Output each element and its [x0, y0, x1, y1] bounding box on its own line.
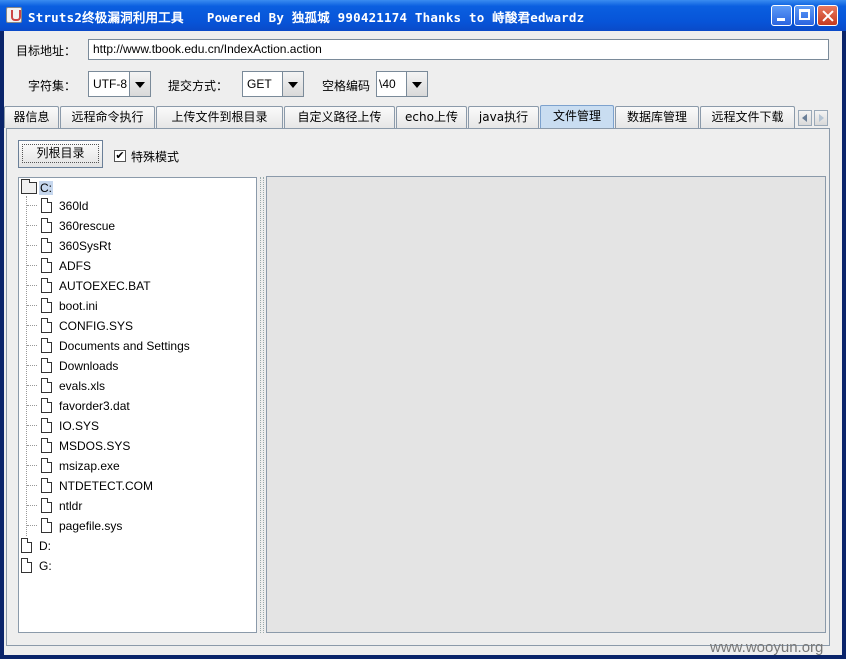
- tree-node-label: ntldr: [59, 499, 83, 513]
- list-root-button[interactable]: 列根目录: [18, 140, 103, 168]
- tab-remote-command[interactable]: 远程命令执行: [60, 106, 155, 128]
- file-icon: [41, 358, 52, 373]
- file-icon: [41, 278, 52, 293]
- client-area: 目标地址： http://www.tbook.edu.cn/IndexActio…: [4, 31, 842, 655]
- folder-open-icon: [21, 179, 37, 194]
- method-label: 提交方式：: [168, 79, 229, 93]
- chevron-down-icon[interactable]: [406, 72, 427, 96]
- tab-scroll-right-icon[interactable]: [814, 110, 828, 126]
- tree-node-label: D:: [39, 539, 51, 553]
- tab-upload-root[interactable]: 上传文件到根目录: [156, 106, 283, 128]
- file-icon: [41, 298, 52, 313]
- split-pane-divider[interactable]: [260, 177, 264, 633]
- tree-node-label: Downloads: [59, 359, 119, 373]
- java-app-icon: [6, 7, 22, 23]
- file-icon: [41, 418, 52, 433]
- file-icon: [41, 258, 52, 273]
- tree-node-label: 360rescue: [59, 219, 116, 233]
- file-icon: [41, 398, 52, 413]
- tab-remote-download[interactable]: 远程文件下载: [700, 106, 795, 128]
- tree-node-label: pagefile.sys: [59, 519, 123, 533]
- tree-node-label: msizap.exe: [59, 459, 120, 473]
- tab-echo-upload[interactable]: echo上传: [396, 106, 467, 128]
- tree-node-label: boot.ini: [59, 299, 98, 313]
- file-icon: [41, 378, 52, 393]
- target-url-input[interactable]: http://www.tbook.edu.cn/IndexAction.acti…: [88, 39, 829, 60]
- file-icon: [41, 238, 52, 253]
- charset-value: UTF-8: [93, 77, 127, 91]
- tree-node-label: CONFIG.SYS: [59, 319, 134, 333]
- file-icon: [41, 458, 52, 473]
- tab-scroll-left-icon[interactable]: [798, 110, 812, 126]
- charset-select[interactable]: UTF-8: [88, 71, 151, 97]
- method-select[interactable]: GET: [242, 71, 304, 97]
- app-window: Struts2终极漏洞利用工具 Powered By 独孤城 990421174…: [0, 0, 846, 659]
- tree-node-label: 360ld: [59, 199, 89, 213]
- tab-server-info[interactable]: 器信息: [4, 106, 59, 128]
- method-value: GET: [247, 77, 272, 91]
- list-root-button-label: 列根目录: [22, 144, 99, 163]
- tab-custom-upload[interactable]: 自定义路径上传: [284, 106, 395, 128]
- tab-database-manager[interactable]: 数据库管理: [615, 106, 699, 128]
- tree-node-label: AUTOEXEC.BAT: [59, 279, 151, 293]
- tree-node-label: Documents and Settings: [59, 339, 190, 353]
- chevron-down-icon[interactable]: [129, 72, 150, 96]
- close-button[interactable]: [817, 5, 838, 26]
- file-icon: [21, 538, 32, 553]
- minimize-button[interactable]: [771, 5, 792, 26]
- watermark: www.wooyun.org: [710, 639, 824, 656]
- file-icon: [41, 478, 52, 493]
- file-icon: [41, 198, 52, 213]
- file-icon: [41, 498, 52, 513]
- target-url-label: 目标地址：: [16, 44, 77, 58]
- file-content-pane[interactable]: [266, 176, 826, 633]
- space-encoding-value: \40: [379, 77, 396, 91]
- space-encoding-label: 空格编码: [322, 79, 371, 93]
- tab-java-exec[interactable]: java执行: [468, 106, 539, 128]
- special-mode-label: 特殊模式: [131, 150, 180, 164]
- special-mode-checkbox[interactable]: ✔: [114, 150, 126, 162]
- window-title: Struts2终极漏洞利用工具 Powered By 独孤城 990421174…: [28, 10, 585, 25]
- charset-label: 字符集：: [28, 79, 77, 93]
- file-icon: [41, 318, 52, 333]
- tree-node-label: NTDETECT.COM: [59, 479, 153, 493]
- tree-node-label: C:: [39, 181, 53, 195]
- tab-file-manager[interactable]: 文件管理: [540, 105, 614, 129]
- directory-tree[interactable]: C: 360ld 360rescue 360SysRt ADFS AUTOEXE…: [18, 177, 257, 633]
- tree-node-label: G:: [39, 559, 52, 573]
- title-bar[interactable]: Struts2终极漏洞利用工具 Powered By 独孤城 990421174…: [0, 0, 846, 31]
- space-encoding-select[interactable]: \40: [376, 71, 428, 97]
- tree-node-label: favorder3.dat: [59, 399, 130, 413]
- tree-node-label: IO.SYS: [59, 419, 100, 433]
- maximize-button[interactable]: [794, 5, 815, 26]
- tree-node-label: MSDOS.SYS: [59, 439, 131, 453]
- tab-strip: 器信息 远程命令执行 上传文件到根目录 自定义路径上传 echo上传 java执…: [4, 105, 842, 129]
- chevron-down-icon[interactable]: [282, 72, 303, 96]
- file-icon: [21, 558, 32, 573]
- file-icon: [41, 518, 52, 533]
- file-icon: [41, 438, 52, 453]
- tree-node-label: 360SysRt: [59, 239, 112, 253]
- tree-node-label: ADFS: [59, 259, 92, 273]
- tree-node-label: evals.xls: [59, 379, 106, 393]
- file-icon: [41, 218, 52, 233]
- file-icon: [41, 338, 52, 353]
